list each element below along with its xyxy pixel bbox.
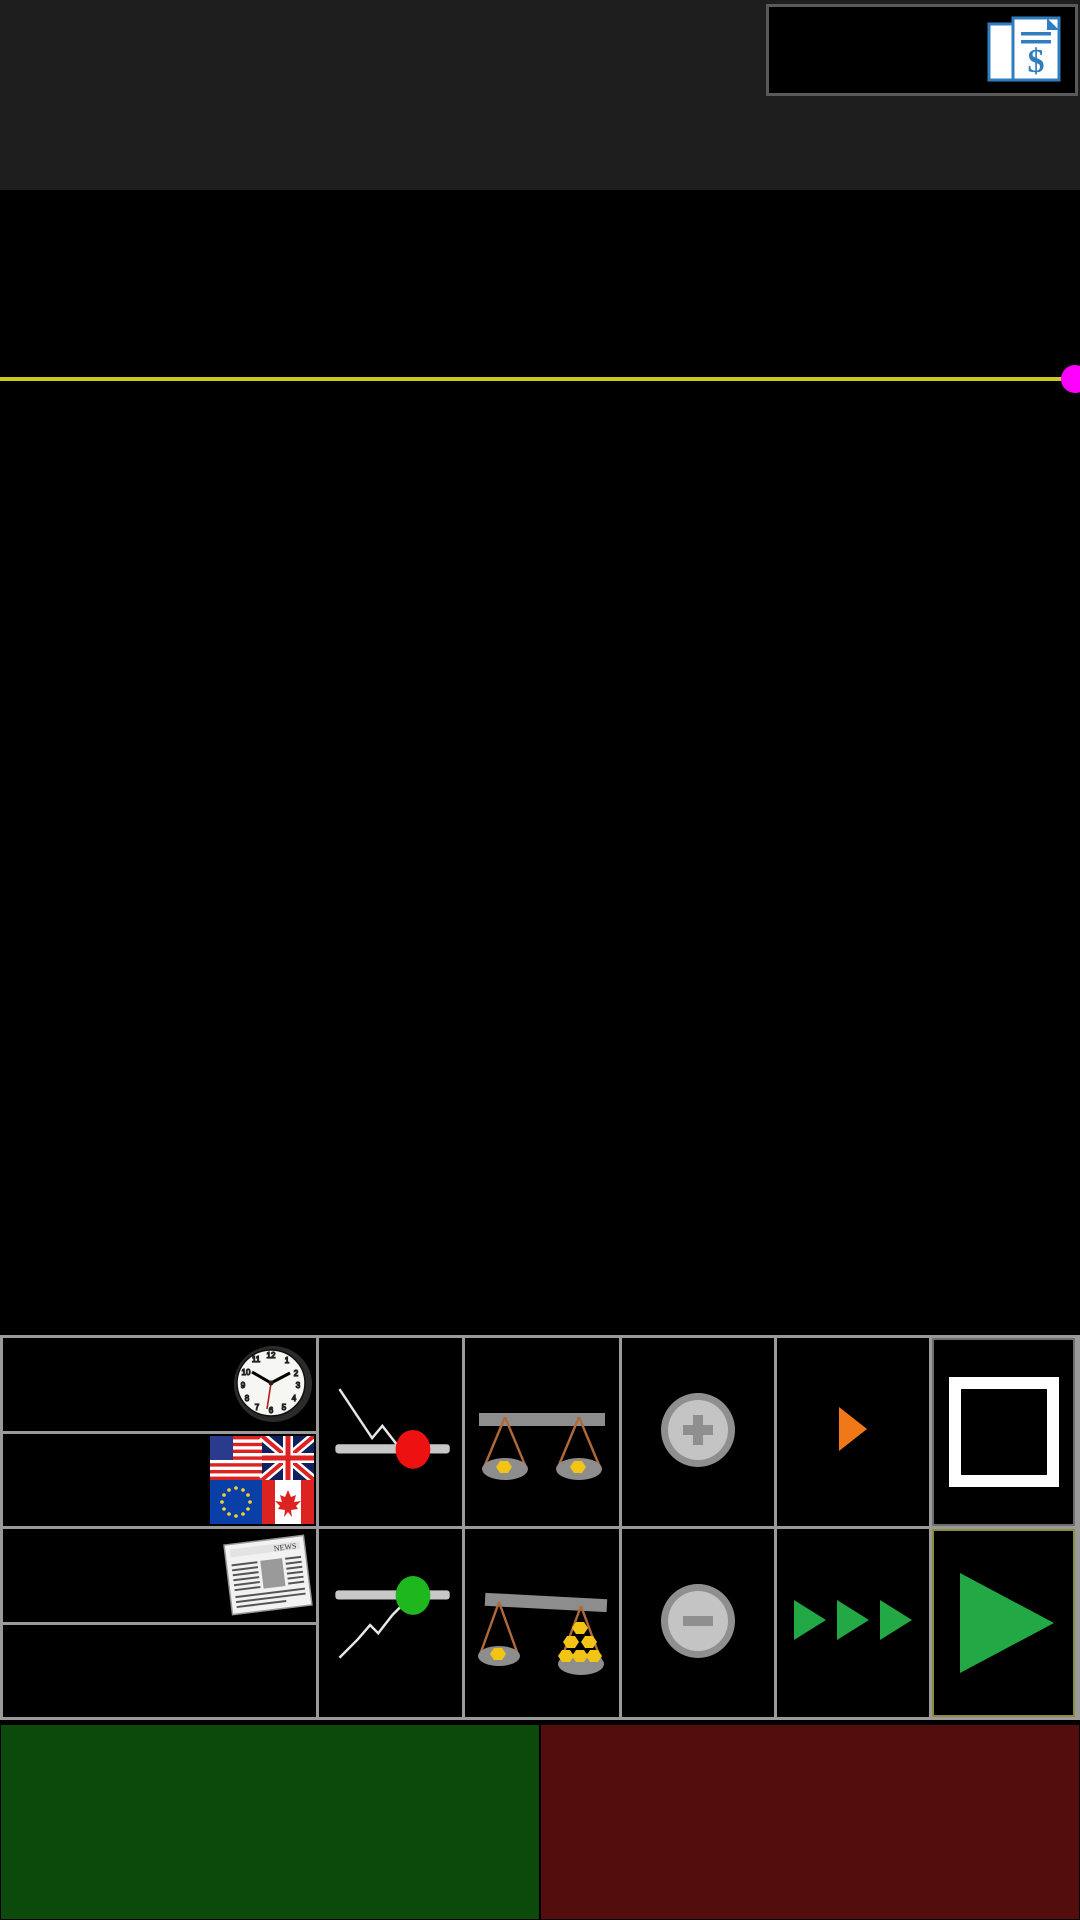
svg-text:6: 6 xyxy=(269,1406,274,1415)
stop-button[interactable] xyxy=(932,1338,1075,1526)
increase-speed-button[interactable] xyxy=(777,1529,929,1717)
selection-column: 12 1 2 345 678 9 10 11 NEWS xyxy=(3,1338,316,1717)
clock-icon: 1212 345 678 91011 xyxy=(234,1346,312,1423)
play-triangle-icon xyxy=(959,1573,1054,1673)
take-profit-control[interactable] xyxy=(319,1529,462,1717)
noise-icon xyxy=(224,1630,314,1711)
svg-text:10: 10 xyxy=(242,1368,251,1377)
svg-text:7: 7 xyxy=(255,1403,260,1412)
svg-text:8: 8 xyxy=(245,1394,250,1403)
svg-text:3: 3 xyxy=(296,1381,301,1390)
sell-label xyxy=(541,1905,549,1919)
stop-square-icon xyxy=(948,1377,1059,1487)
buy-label xyxy=(1,1905,9,1919)
account-header: $ xyxy=(0,0,1080,190)
sell-button[interactable] xyxy=(540,1724,1080,1920)
select-random-time-point-button[interactable] xyxy=(3,1624,316,1717)
svg-text:11: 11 xyxy=(252,1355,261,1364)
decrease-speed-button[interactable] xyxy=(777,1338,929,1526)
forex-trading-app: $ 12 1 2 345 678 9 10 11 NEWS xyxy=(0,0,1080,1920)
trade-news-events-button[interactable]: NEWS xyxy=(3,1529,316,1622)
tipped-scales-icon[interactable] xyxy=(465,1578,619,1696)
decrease-leverage-control[interactable] xyxy=(465,1338,619,1526)
zoom-out-button[interactable] xyxy=(622,1529,774,1717)
svg-text:$: $ xyxy=(1028,43,1045,80)
price-chart[interactable] xyxy=(0,190,1080,1335)
flags-icon xyxy=(210,1435,314,1524)
speed-column xyxy=(777,1338,929,1717)
svg-text:2: 2 xyxy=(294,1369,299,1378)
take-profit-caption xyxy=(319,1713,462,1717)
select-time-slot-button[interactable]: 12 1 2 345 678 9 10 11 xyxy=(3,1338,316,1431)
balanced-scales-icon[interactable] xyxy=(465,1387,619,1505)
plus-circle-icon xyxy=(661,1393,735,1467)
minus-circle-icon xyxy=(661,1584,735,1658)
leverage-column xyxy=(465,1338,619,1717)
invoice-dollar-icon: $ xyxy=(987,16,1061,82)
svg-text:12: 12 xyxy=(267,1351,276,1360)
up-trend-slider-icon[interactable] xyxy=(319,1533,462,1713)
triple-triangle-icon xyxy=(794,1600,912,1640)
buy-button[interactable] xyxy=(0,1724,540,1920)
newspaper-icon: NEWS xyxy=(223,1534,313,1616)
pips-column xyxy=(319,1338,462,1717)
chart-canvas[interactable] xyxy=(0,190,1080,1335)
stop-loss-caption xyxy=(319,1522,462,1526)
control-panel: 12 1 2 345 678 9 10 11 NEWS xyxy=(0,1335,1080,1720)
down-trend-slider-icon[interactable] xyxy=(319,1342,462,1522)
summarize-account-button[interactable]: $ xyxy=(766,4,1078,96)
chart-background xyxy=(0,190,1080,1335)
svg-text:1: 1 xyxy=(285,1356,290,1365)
svg-text:4: 4 xyxy=(292,1394,297,1403)
order-buttons-row xyxy=(0,1724,1080,1920)
zoom-in-button[interactable] xyxy=(622,1338,774,1526)
increase-leverage-control[interactable] xyxy=(465,1529,619,1717)
stop-loss-control[interactable] xyxy=(319,1338,462,1526)
svg-text:9: 9 xyxy=(241,1381,246,1390)
play-pause-button[interactable] xyxy=(932,1529,1075,1717)
svg-text:5: 5 xyxy=(282,1403,287,1412)
zoom-column xyxy=(622,1338,774,1717)
select-currency-button[interactable] xyxy=(3,1433,316,1526)
single-triangle-icon xyxy=(839,1407,867,1451)
playback-column xyxy=(932,1338,1075,1717)
